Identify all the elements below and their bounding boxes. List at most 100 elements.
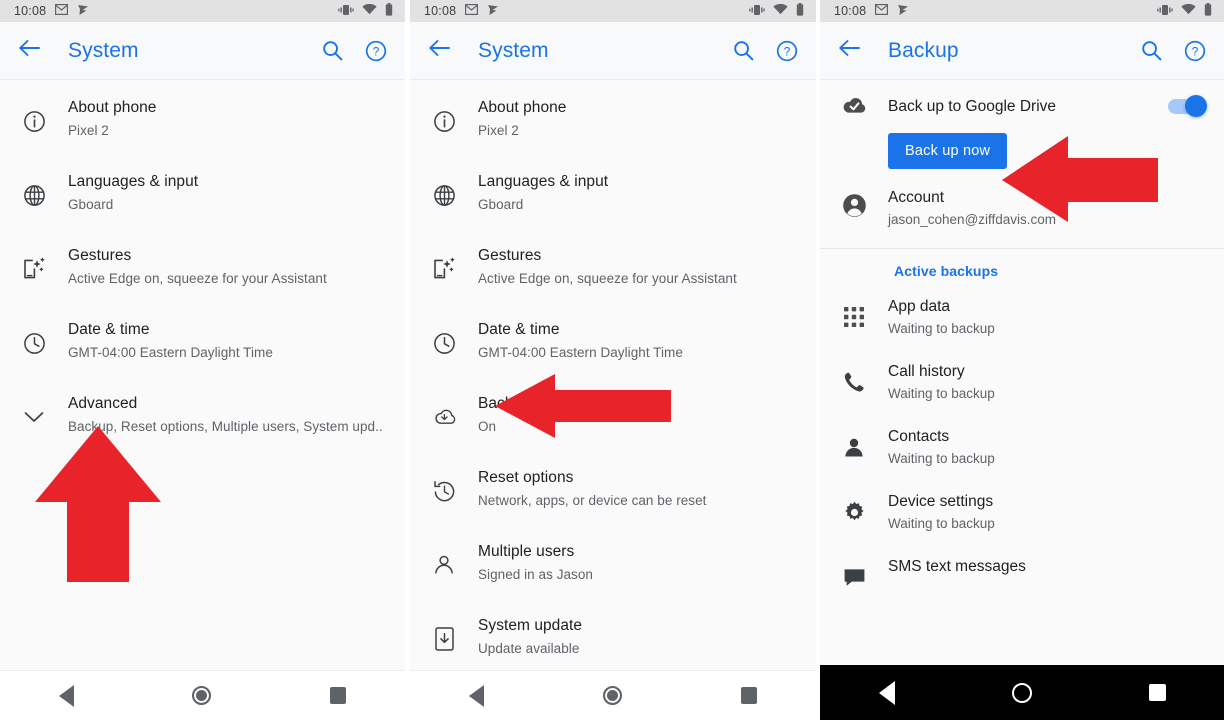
list-item-about-phone[interactable]: About phone Pixel 2 [0,80,405,154]
list-item-gestures[interactable]: Gestures Active Edge on, squeeze for you… [0,228,405,302]
list-item-languages-input[interactable]: Languages & input Gboard [410,154,816,228]
list-item-multiple-users[interactable]: Multiple users Signed in as Jason [410,524,816,598]
search-icon[interactable] [1141,40,1162,61]
gmail-icon [465,4,479,18]
battery-icon [796,3,804,19]
chevron-down-icon [14,397,54,437]
backup-item-app-data[interactable]: App data Waiting to backup [820,285,1224,350]
search-icon[interactable] [733,40,754,61]
backup-toggle-switch[interactable] [1168,95,1207,117]
wifi-icon [362,3,377,18]
gmail-icon [55,4,69,18]
battery-icon [1204,3,1212,19]
settings-list: About phone Pixel 2 Languages & input Gb… [410,80,816,672]
gmail-icon [875,4,889,18]
notification-flag-icon [897,4,909,19]
page-title: System [478,38,549,62]
backup-to-drive-label: Back up to Google Drive [888,97,1057,115]
nav-home-circle-icon[interactable] [192,686,212,705]
list-item-title: Gestures [478,247,542,264]
list-item-system-update[interactable]: System update Update available [410,598,816,672]
vibrate-icon [338,4,354,19]
list-item-subtitle: Backup, Reset options, Multiple users, S… [68,419,383,434]
list-item-subtitle: Update available [478,641,580,656]
list-item-subtitle: Signed in as Jason [478,567,593,582]
list-item-subtitle: GMT-04:00 Eastern Daylight Time [68,345,273,360]
app-bar: System ? [0,22,405,80]
help-icon[interactable]: ? [365,40,387,62]
info-circle-icon [424,101,464,141]
three-panel-screenshot-composite: 10:08 System ? About phone Pixel 2 Langu… [0,0,1224,720]
help-icon[interactable]: ? [1184,40,1206,62]
list-item-languages-input[interactable]: Languages & input Gboard [0,154,405,228]
person-icon [424,545,464,585]
sms-icon [834,560,874,594]
backup-drive-section: Back up to Google Drive Back up now Acco… [820,80,1224,248]
history-icon [424,471,464,511]
list-item-subtitle: Gboard [478,197,524,212]
list-item-title: Advanced [68,395,138,412]
nav-home-circle-icon[interactable] [602,686,622,705]
list-item-title: About phone [478,99,567,116]
list-item-gestures[interactable]: Gestures Active Edge on, squeeze for you… [410,228,816,302]
backup-item-sms[interactable]: SMS text messages [820,545,1224,605]
list-item-title: Gestures [68,247,132,264]
nav-recents-square-icon[interactable] [329,687,346,704]
backup-item-call-history[interactable]: Call history Waiting to backup [820,350,1224,415]
account-circle-icon [834,193,874,218]
vibrate-icon [749,4,765,19]
back-arrow-icon[interactable] [428,39,450,62]
status-bar: 10:08 [0,0,405,22]
nav-recents-square-icon[interactable] [740,687,757,704]
vibrate-icon [1157,4,1173,19]
backup-now-wrap: Back up now [820,123,1224,183]
wifi-icon [1181,3,1196,18]
notification-flag-icon [77,4,89,19]
nav-back-triangle-icon[interactable] [878,680,895,705]
back-arrow-icon[interactable] [838,39,860,62]
list-item-about-phone[interactable]: About phone Pixel 2 [410,80,816,154]
backup-item-device-settings[interactable]: Device settings Waiting to backup [820,480,1224,545]
globe-icon [14,175,54,215]
backup-item-title: Call history [888,363,965,380]
account-row[interactable]: Account jason_cohen@ziffdavis.com [820,183,1224,248]
search-icon[interactable] [322,40,343,61]
contacts-icon [834,430,874,464]
svg-text:?: ? [373,44,380,58]
system-update-icon [424,619,464,659]
globe-icon [424,175,464,215]
back-up-now-button[interactable]: Back up now [888,133,1008,169]
backup-item-contacts[interactable]: Contacts Waiting to backup [820,415,1224,480]
list-item-title: Date & time [478,321,560,338]
active-backups-section: Active backups App data Waiting to backu… [820,249,1224,605]
back-arrow-icon[interactable] [18,39,40,62]
nav-home-circle-icon[interactable] [1011,682,1032,703]
clock-icon [14,323,54,363]
backup-to-drive-row[interactable]: Back up to Google Drive [820,80,1224,123]
page-title: Backup [888,38,959,62]
nav-recents-square-icon[interactable] [1148,684,1166,701]
nav-back-triangle-icon[interactable] [59,684,75,707]
status-bar-time: 10:08 [424,4,457,18]
backup-item-status: Waiting to backup [888,321,995,336]
list-item-subtitle: Active Edge on, squeeze for your Assista… [478,271,737,286]
settings-list: About phone Pixel 2 Languages & input Gb… [0,80,405,450]
gestures-icon [14,249,54,289]
gear-icon [834,495,874,529]
list-item-title: Date & time [68,321,150,338]
list-item-reset-options[interactable]: Reset options Network, apps, or device c… [410,450,816,524]
help-icon[interactable]: ? [776,40,798,62]
list-item-advanced[interactable]: Advanced Backup, Reset options, Multiple… [0,376,405,450]
list-item-date-time[interactable]: Date & time GMT-04:00 Eastern Daylight T… [410,302,816,376]
list-item-backup[interactable]: Backup On [410,376,816,450]
backup-item-title: Contacts [888,428,950,445]
nav-back-triangle-icon[interactable] [469,684,485,707]
battery-icon [385,3,393,19]
backup-item-status: Waiting to backup [888,451,995,466]
list-item-subtitle: Network, apps, or device can be reset [478,493,707,508]
panel-backup: 10:08 Backup ? Back up to Google Drive B… [820,0,1224,720]
page-title: System [68,38,139,62]
list-item-date-time[interactable]: Date & time GMT-04:00 Eastern Daylight T… [0,302,405,376]
svg-text:?: ? [784,44,791,58]
navigation-bar [0,670,405,720]
